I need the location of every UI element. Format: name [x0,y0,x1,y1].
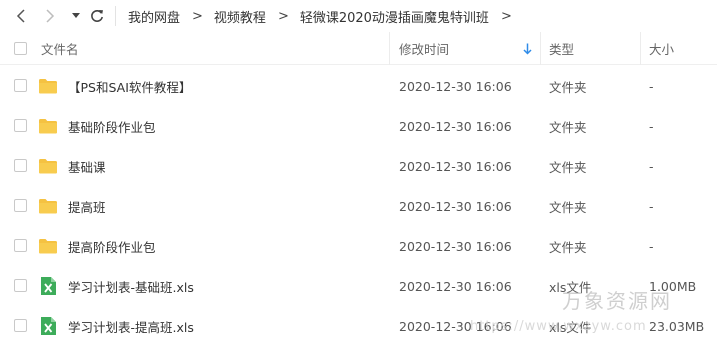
toolbar-divider [115,6,116,26]
chevron-right-icon [46,9,55,23]
breadcrumb-item-my-drive[interactable]: 我的网盘 [128,7,180,26]
file-name[interactable]: 提高班 [68,186,106,226]
file-type: 文件夹 [549,79,587,95]
file-row[interactable]: 提高阶段作业包 2020-12-30 16:06 文件夹 - [0,226,717,266]
watermark-url: https://www.wxzyw.com [470,319,647,334]
excel-file-icon [41,277,56,295]
excel-file-icon [41,317,56,335]
file-size: - [649,198,654,214]
column-header-modified[interactable]: 修改时间 [399,32,449,65]
sort-descending-icon[interactable] [523,43,532,55]
column-divider [540,32,541,65]
file-size: - [649,78,654,94]
file-row[interactable]: 基础阶段作业包 2020-12-30 16:06 文件夹 - [0,106,717,146]
row-checkbox[interactable] [14,279,27,292]
file-name[interactable]: 学习计划表-提高班.xls [68,306,194,346]
column-header-size[interactable]: 大小 [649,32,674,65]
file-modified: 2020-12-30 16:06 [399,78,512,94]
breadcrumb-item-video-tutorials[interactable]: 视频教程 [214,7,266,26]
breadcrumb-separator: > [192,8,203,24]
column-header-type[interactable]: 类型 [549,32,574,65]
folder-icon [39,239,57,254]
file-modified: 2020-12-30 16:06 [399,158,512,174]
row-checkbox[interactable] [14,119,27,132]
breadcrumb: 我的网盘 > 视频教程 > 轻微课2020动漫插画魔鬼特训班 > [128,0,523,32]
file-name[interactable]: 【PS和SAI软件教程】 [68,66,191,106]
column-header-name[interactable]: 文件名 [41,32,79,65]
file-row[interactable]: 提高班 2020-12-30 16:06 文件夹 - [0,186,717,226]
column-divider [640,32,641,65]
row-checkbox[interactable] [14,199,27,212]
refresh-button[interactable] [87,6,107,26]
folder-icon [39,199,57,214]
chevron-left-icon [16,9,25,23]
file-name[interactable]: 基础阶段作业包 [68,106,156,146]
file-modified: 2020-12-30 16:06 [399,238,512,254]
row-checkbox[interactable] [14,319,27,332]
history-dropdown-button[interactable] [66,6,86,26]
file-list-header: 文件名 修改时间 类型 大小 [0,32,717,65]
file-size: - [649,238,654,254]
file-type: 文件夹 [549,199,587,215]
file-name[interactable]: 提高阶段作业包 [68,226,156,266]
file-size: - [649,158,654,174]
navigation-bar: 我的网盘 > 视频教程 > 轻微课2020动漫插画魔鬼特训班 > [0,0,717,32]
file-modified: 2020-12-30 16:06 [399,198,512,214]
file-name[interactable]: 基础课 [68,146,106,186]
file-type: 文件夹 [549,119,587,135]
row-checkbox[interactable] [14,239,27,252]
file-name[interactable]: 学习计划表-基础班.xls [68,266,194,306]
folder-icon [39,159,57,174]
forward-button[interactable] [40,6,60,26]
file-row[interactable]: 【PS和SAI软件教程】 2020-12-30 16:06 文件夹 - [0,66,717,106]
caret-down-icon [72,13,80,18]
folder-icon [39,119,57,134]
watermark-text: 万象资源网 [562,289,672,313]
breadcrumb-separator[interactable]: > [501,9,512,24]
back-button[interactable] [11,6,31,26]
row-checkbox[interactable] [14,159,27,172]
file-row[interactable]: 基础课 2020-12-30 16:06 文件夹 - [0,146,717,186]
file-size: - [649,118,654,134]
file-type: 文件夹 [549,159,587,175]
file-modified: 2020-12-30 16:06 [399,278,512,294]
refresh-icon [91,9,103,22]
breadcrumb-separator: > [277,8,289,24]
file-type: 文件夹 [549,239,587,255]
breadcrumb-item-current-folder[interactable]: 轻微课2020动漫插画魔鬼特训班 [300,7,489,26]
select-all-checkbox[interactable] [14,42,27,55]
row-checkbox[interactable] [14,79,27,92]
folder-icon [39,79,57,94]
file-modified: 2020-12-30 16:06 [399,118,512,134]
column-divider [389,32,390,65]
